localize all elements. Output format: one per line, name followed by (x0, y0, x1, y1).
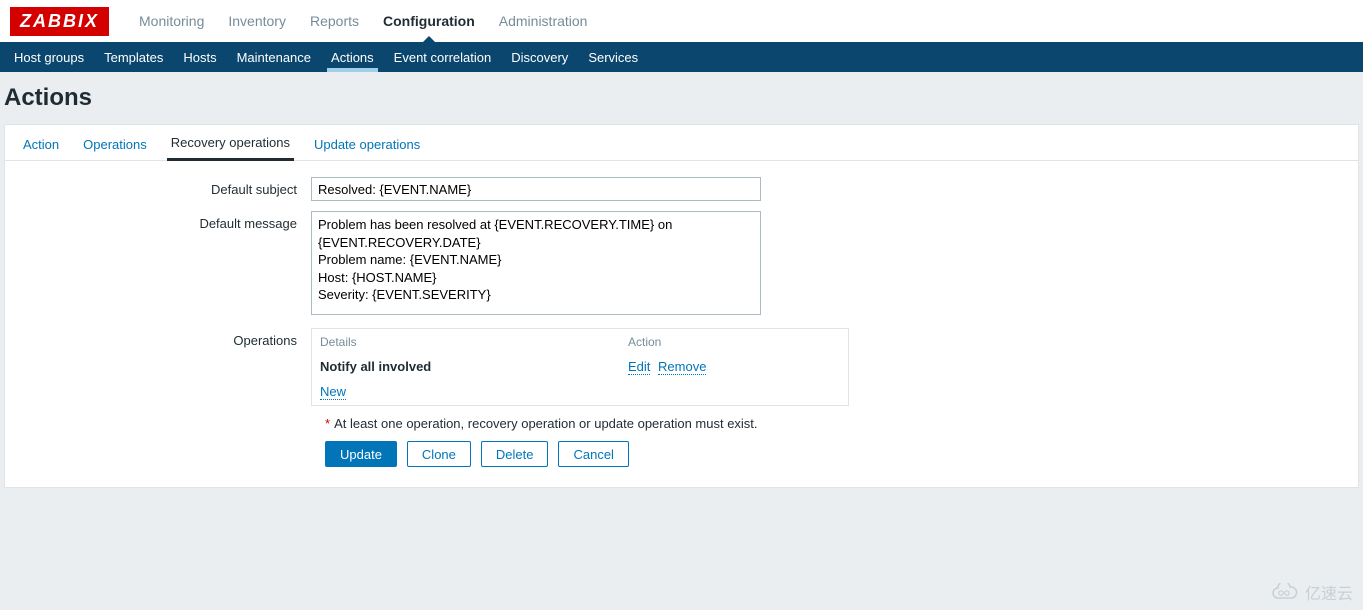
watermark: 亿速云 (1271, 580, 1353, 604)
tab-update-operations[interactable]: Update operations (310, 129, 424, 160)
table-row: Notify all involved Edit Remove (312, 355, 848, 378)
subnav-host-groups[interactable]: Host groups (4, 42, 94, 72)
sub-nav: Host groups Templates Hosts Maintenance … (0, 42, 1363, 72)
tab-action[interactable]: Action (19, 129, 63, 160)
button-row: Update Clone Delete Cancel (325, 441, 1338, 467)
subnav-discovery[interactable]: Discovery (501, 42, 578, 72)
page-title: Actions (4, 84, 1351, 112)
operations-table: Details Action Notify all involved Edit … (311, 328, 849, 406)
row-default-subject: Default subject (25, 177, 1338, 201)
page-header: Actions (0, 72, 1363, 124)
operation-details: Notify all involved (320, 359, 628, 374)
col-header-details: Details (320, 335, 628, 349)
nav-administration[interactable]: Administration (487, 0, 600, 42)
operations-header: Details Action (312, 329, 848, 355)
nav-reports[interactable]: Reports (298, 0, 371, 42)
required-text: At least one operation, recovery operati… (334, 416, 757, 431)
nav-monitoring[interactable]: Monitoring (127, 0, 216, 42)
subnav-actions[interactable]: Actions (321, 42, 384, 72)
content-panel: Action Operations Recovery operations Up… (4, 124, 1359, 488)
row-operations: Operations Details Action Notify all inv… (25, 328, 1338, 406)
update-button[interactable]: Update (325, 441, 397, 467)
label-default-message: Default message (25, 211, 311, 318)
nav-configuration[interactable]: Configuration (371, 0, 487, 42)
form-body: Default subject Default message Operatio… (5, 161, 1358, 487)
required-note: * At least one operation, recovery operat… (325, 416, 1338, 431)
cancel-button[interactable]: Cancel (558, 441, 628, 467)
label-operations: Operations (25, 328, 311, 406)
subnav-event-correlation[interactable]: Event correlation (384, 42, 502, 72)
label-default-subject: Default subject (25, 177, 311, 201)
subnav-templates[interactable]: Templates (94, 42, 173, 72)
tab-operations[interactable]: Operations (79, 129, 151, 160)
remove-link[interactable]: Remove (658, 359, 706, 375)
tabs: Action Operations Recovery operations Up… (5, 125, 1358, 161)
tab-recovery-operations[interactable]: Recovery operations (167, 127, 294, 161)
new-operation-link[interactable]: New (320, 384, 346, 400)
subnav-maintenance[interactable]: Maintenance (227, 42, 321, 72)
edit-link[interactable]: Edit (628, 359, 650, 375)
required-star-icon: * (325, 416, 330, 431)
col-header-action: Action (628, 335, 840, 349)
logo: ZABBIX (10, 7, 109, 36)
nav-inventory[interactable]: Inventory (216, 0, 298, 42)
row-default-message: Default message (25, 211, 1338, 318)
subnav-services[interactable]: Services (578, 42, 648, 72)
input-default-subject[interactable] (311, 177, 761, 201)
clone-button[interactable]: Clone (407, 441, 471, 467)
top-nav: ZABBIX Monitoring Inventory Reports Conf… (0, 0, 1363, 42)
delete-button[interactable]: Delete (481, 441, 549, 467)
watermark-text: 亿速云 (1305, 580, 1353, 604)
cloud-icon (1271, 583, 1299, 601)
textarea-default-message[interactable] (311, 211, 761, 315)
subnav-hosts[interactable]: Hosts (173, 42, 226, 72)
